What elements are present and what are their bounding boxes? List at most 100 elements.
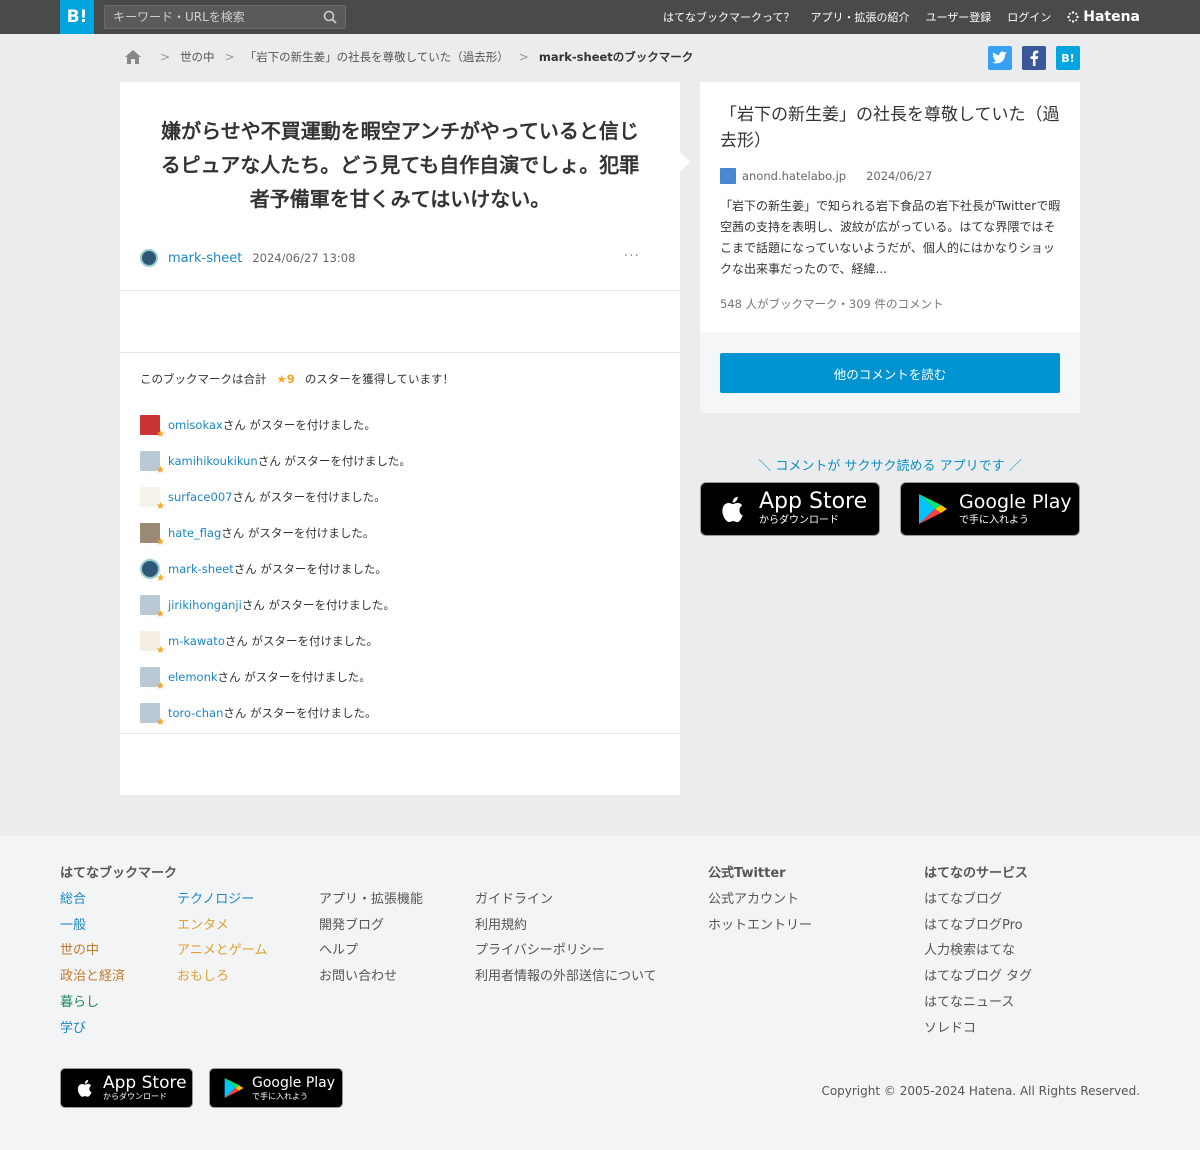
star-user-suffix: さん がスターを付けました。: [222, 418, 376, 432]
search-input[interactable]: [105, 6, 315, 28]
app-store-sub: からダウンロード: [759, 515, 839, 526]
breadcrumb-entry[interactable]: 「岩下の新生姜」の社長を尊敬していた（過去形）: [245, 49, 509, 65]
footer-link-external-transmission[interactable]: 利用者情報の外部送信について: [475, 967, 657, 988]
read-other-comments-button[interactable]: 他のコメントを読む: [720, 353, 1060, 393]
avatar[interactable]: [140, 249, 158, 267]
footer-app-store-button[interactable]: App Store からダウンロード: [60, 1068, 193, 1108]
avatar[interactable]: ★: [140, 631, 165, 656]
footer-link-dev-blog[interactable]: 開発ブログ: [319, 916, 423, 937]
star-icon: ★: [156, 501, 165, 512]
comment-timestamp[interactable]: 2024/06/27 13:08: [252, 251, 355, 265]
footer-link-fun[interactable]: おもしろ: [177, 967, 267, 988]
nav-apps[interactable]: アプリ・拡張の紹介: [810, 9, 909, 25]
avatar[interactable]: ★: [140, 667, 165, 692]
star-user-suffix: さん がスターを付けました。: [223, 706, 377, 720]
star-icon: ★: [156, 573, 165, 584]
author-name-link[interactable]: mark-sheet: [168, 251, 242, 266]
avatar[interactable]: ★: [140, 487, 165, 512]
home-icon[interactable]: [124, 49, 142, 65]
star-user-link[interactable]: m-kawato: [168, 634, 225, 648]
nav-about[interactable]: はてなブックマークって？: [663, 9, 794, 25]
footer-link-official-account[interactable]: 公式アカウント: [708, 890, 812, 911]
more-options-icon[interactable]: ···: [624, 248, 640, 264]
star-summary: このブックマークは合計 ★9 のスターを獲得しています！: [140, 371, 454, 387]
footer-link-anime-game[interactable]: アニメとゲーム: [177, 941, 267, 962]
star-user-link[interactable]: hate_flag: [168, 526, 221, 540]
hatena-brand-text: Hatena: [1083, 9, 1140, 25]
nav-login[interactable]: ログイン: [1007, 9, 1051, 25]
star-user-link[interactable]: elemonk: [168, 670, 218, 684]
footer-google-play-button[interactable]: Google Play で手に入れよう: [209, 1068, 343, 1108]
avatar[interactable]: ★: [140, 559, 165, 584]
footer-link-terms[interactable]: 利用規約: [475, 916, 657, 937]
footer-link-hatena-blog[interactable]: はてなブログ: [924, 890, 1032, 911]
search-icon[interactable]: [323, 10, 337, 24]
footer-link-general[interactable]: 総合: [60, 890, 125, 911]
star-user-suffix: さん がスターを付けました。: [232, 490, 386, 504]
breadcrumb-category[interactable]: 世の中: [180, 49, 215, 65]
star-user-suffix: さん がスターを付けました。: [241, 598, 395, 612]
avatar[interactable]: ★: [140, 415, 165, 440]
google-play-icon: [224, 1078, 244, 1098]
footer-link-guideline[interactable]: ガイドライン: [475, 890, 657, 911]
bookmark-comment-text: 嫌がらせや不買運動を暇空アンチがやっていると信じるピュアな人たち。どう見ても自作…: [160, 119, 640, 211]
footer-app-store-sub: からダウンロード: [103, 1092, 167, 1101]
app-store-name: App Store: [759, 489, 868, 514]
footer-link-hatena-blog-pro[interactable]: はてなブログPro: [924, 916, 1032, 937]
footer-link-tech[interactable]: テクノロジー: [177, 890, 267, 911]
footer-link-contact[interactable]: お問い合わせ: [319, 967, 423, 988]
twitter-share-icon[interactable]: [988, 46, 1012, 70]
footer-link-hatena-news[interactable]: はてなニュース: [924, 993, 1032, 1014]
footer-link-apps[interactable]: アプリ・拡張機能: [319, 890, 423, 911]
hatena-brand-link[interactable]: Hatena: [1067, 9, 1140, 25]
star-user-link[interactable]: kamihikoukikun: [168, 454, 258, 468]
nav-register[interactable]: ユーザー登録: [925, 9, 991, 25]
hatena-bookmark-logo[interactable]: B!: [60, 0, 94, 34]
app-store-button[interactable]: App Store からダウンロード: [700, 482, 880, 536]
footer-link-society[interactable]: 世の中: [60, 941, 125, 962]
star-summary-suffix: のスターを獲得しています！: [304, 372, 454, 386]
star-user-suffix: さん がスターを付けました。: [257, 454, 411, 468]
star-icon: ★: [156, 429, 165, 440]
author-row: mark-sheet 2024/06/27 13:08 ···: [140, 248, 660, 268]
avatar[interactable]: ★: [140, 595, 165, 620]
footer-link-privacy[interactable]: プライバシーポリシー: [475, 941, 657, 962]
speech-caret: [680, 152, 690, 172]
footer-link-jinriki[interactable]: 人力検索はてな: [924, 941, 1032, 962]
list-item: ★ mark-sheet さん がスターを付けました。: [140, 551, 660, 587]
facebook-share-icon[interactable]: [1022, 46, 1046, 70]
footer-link-entertainment[interactable]: エンタメ: [177, 916, 267, 937]
share-buttons: B!: [988, 46, 1080, 70]
avatar[interactable]: ★: [140, 523, 165, 548]
hatena-bookmark-share-icon[interactable]: B!: [1056, 46, 1080, 70]
star-user-link[interactable]: mark-sheet: [168, 562, 234, 576]
footer-link-hot-entry[interactable]: ホットエントリー: [708, 916, 812, 937]
entry-card: 「岩下の新生姜」の社長を尊敬していた（過去形） anond.hatelabo.j…: [700, 82, 1080, 413]
app-promo-tagline: ＼ コメントが サクサク読める アプリです ／: [758, 459, 1022, 474]
star-total[interactable]: ★9: [277, 372, 295, 386]
footer-link-help[interactable]: ヘルプ: [319, 941, 423, 962]
entry-domain-link[interactable]: anond.hatelabo.jp: [742, 169, 846, 183]
google-play-button[interactable]: Google Play で手に入れよう: [900, 482, 1080, 536]
star-user-link[interactable]: toro-chan: [168, 706, 223, 720]
footer-link-general2[interactable]: 一般: [60, 916, 125, 937]
app-store-text: App Store からダウンロード: [759, 491, 867, 527]
footer-link-life[interactable]: 暮らし: [60, 993, 125, 1014]
footer: はてなブックマーク 総合 一般 世の中 政治と経済 暮らし 学び テクノロジー …: [0, 836, 1200, 1150]
star-user-link[interactable]: jirikihonganji: [168, 598, 242, 612]
star-user-suffix: さん がスターを付けました。: [233, 562, 387, 576]
list-item: ★ toro-chan さん がスターを付けました。: [140, 695, 660, 731]
star-user-link[interactable]: surface007: [168, 490, 232, 504]
footer-link-learning[interactable]: 学び: [60, 1019, 125, 1040]
footer-link-soredoko[interactable]: ソレドコ: [924, 1019, 1032, 1040]
entry-counts[interactable]: 548 人がブックマーク・309 件のコメント: [720, 296, 943, 312]
footer-link-politics[interactable]: 政治と経済: [60, 967, 125, 988]
entry-title-link[interactable]: 「岩下の新生姜」の社長を尊敬していた（過去形）: [720, 102, 1065, 154]
avatar[interactable]: ★: [140, 451, 165, 476]
footer-google-play-sub: で手に入れよう: [252, 1092, 308, 1101]
star-user-link[interactable]: omisokax: [168, 418, 223, 432]
avatar[interactable]: ★: [140, 703, 165, 728]
breadcrumb: > 世の中 > 「岩下の新生姜」の社長を尊敬していた（過去形） > mark-s…: [124, 47, 693, 67]
footer-google-play-name: Google Play: [252, 1075, 336, 1091]
footer-link-blog-tag[interactable]: はてなブログ タグ: [924, 967, 1032, 988]
